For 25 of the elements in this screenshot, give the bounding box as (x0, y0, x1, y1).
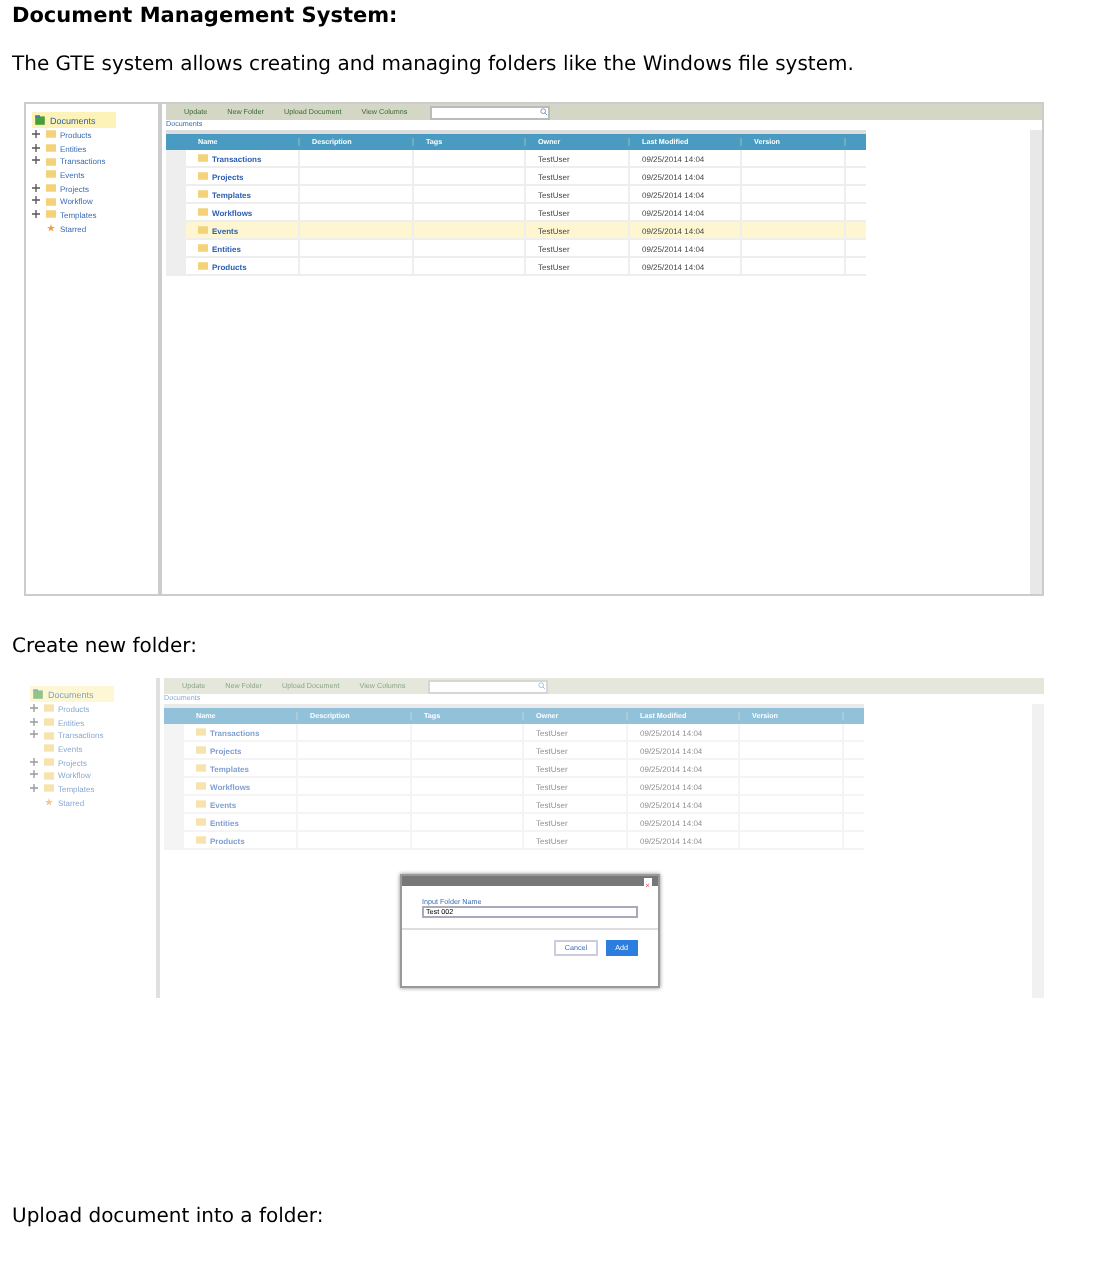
folder-icon (34, 114, 46, 126)
section-caption: Upload document into a folder: (12, 1204, 326, 1230)
expand-icon[interactable] (30, 770, 38, 779)
expand-icon[interactable] (32, 129, 40, 138)
intro-text: The GTE system allows creating and managing folders like the Windows file system. (12, 52, 856, 78)
star-icon (44, 798, 54, 807)
search-field[interactable] (429, 105, 550, 119)
expand-icon[interactable] (30, 717, 38, 726)
expand-icon[interactable] (32, 196, 40, 205)
expand-icon[interactable] (32, 183, 40, 192)
expand-icon[interactable] (30, 703, 38, 712)
expand-icon[interactable] (30, 730, 38, 739)
search-icon (537, 681, 546, 689)
scrollbar[interactable] (1030, 130, 1042, 594)
search-icon (539, 107, 548, 115)
expand-icon[interactable] (32, 209, 40, 218)
expand-icon[interactable] (30, 757, 38, 766)
expand-icon[interactable] (32, 156, 40, 165)
expand-icon[interactable] (32, 143, 40, 152)
document-title: Document Management System: (12, 4, 400, 30)
section-caption: Create new folder: (12, 634, 199, 660)
expand-icon[interactable] (30, 783, 38, 792)
search-field[interactable] (427, 679, 548, 693)
folder-icon (32, 688, 44, 700)
star-icon (46, 224, 56, 233)
